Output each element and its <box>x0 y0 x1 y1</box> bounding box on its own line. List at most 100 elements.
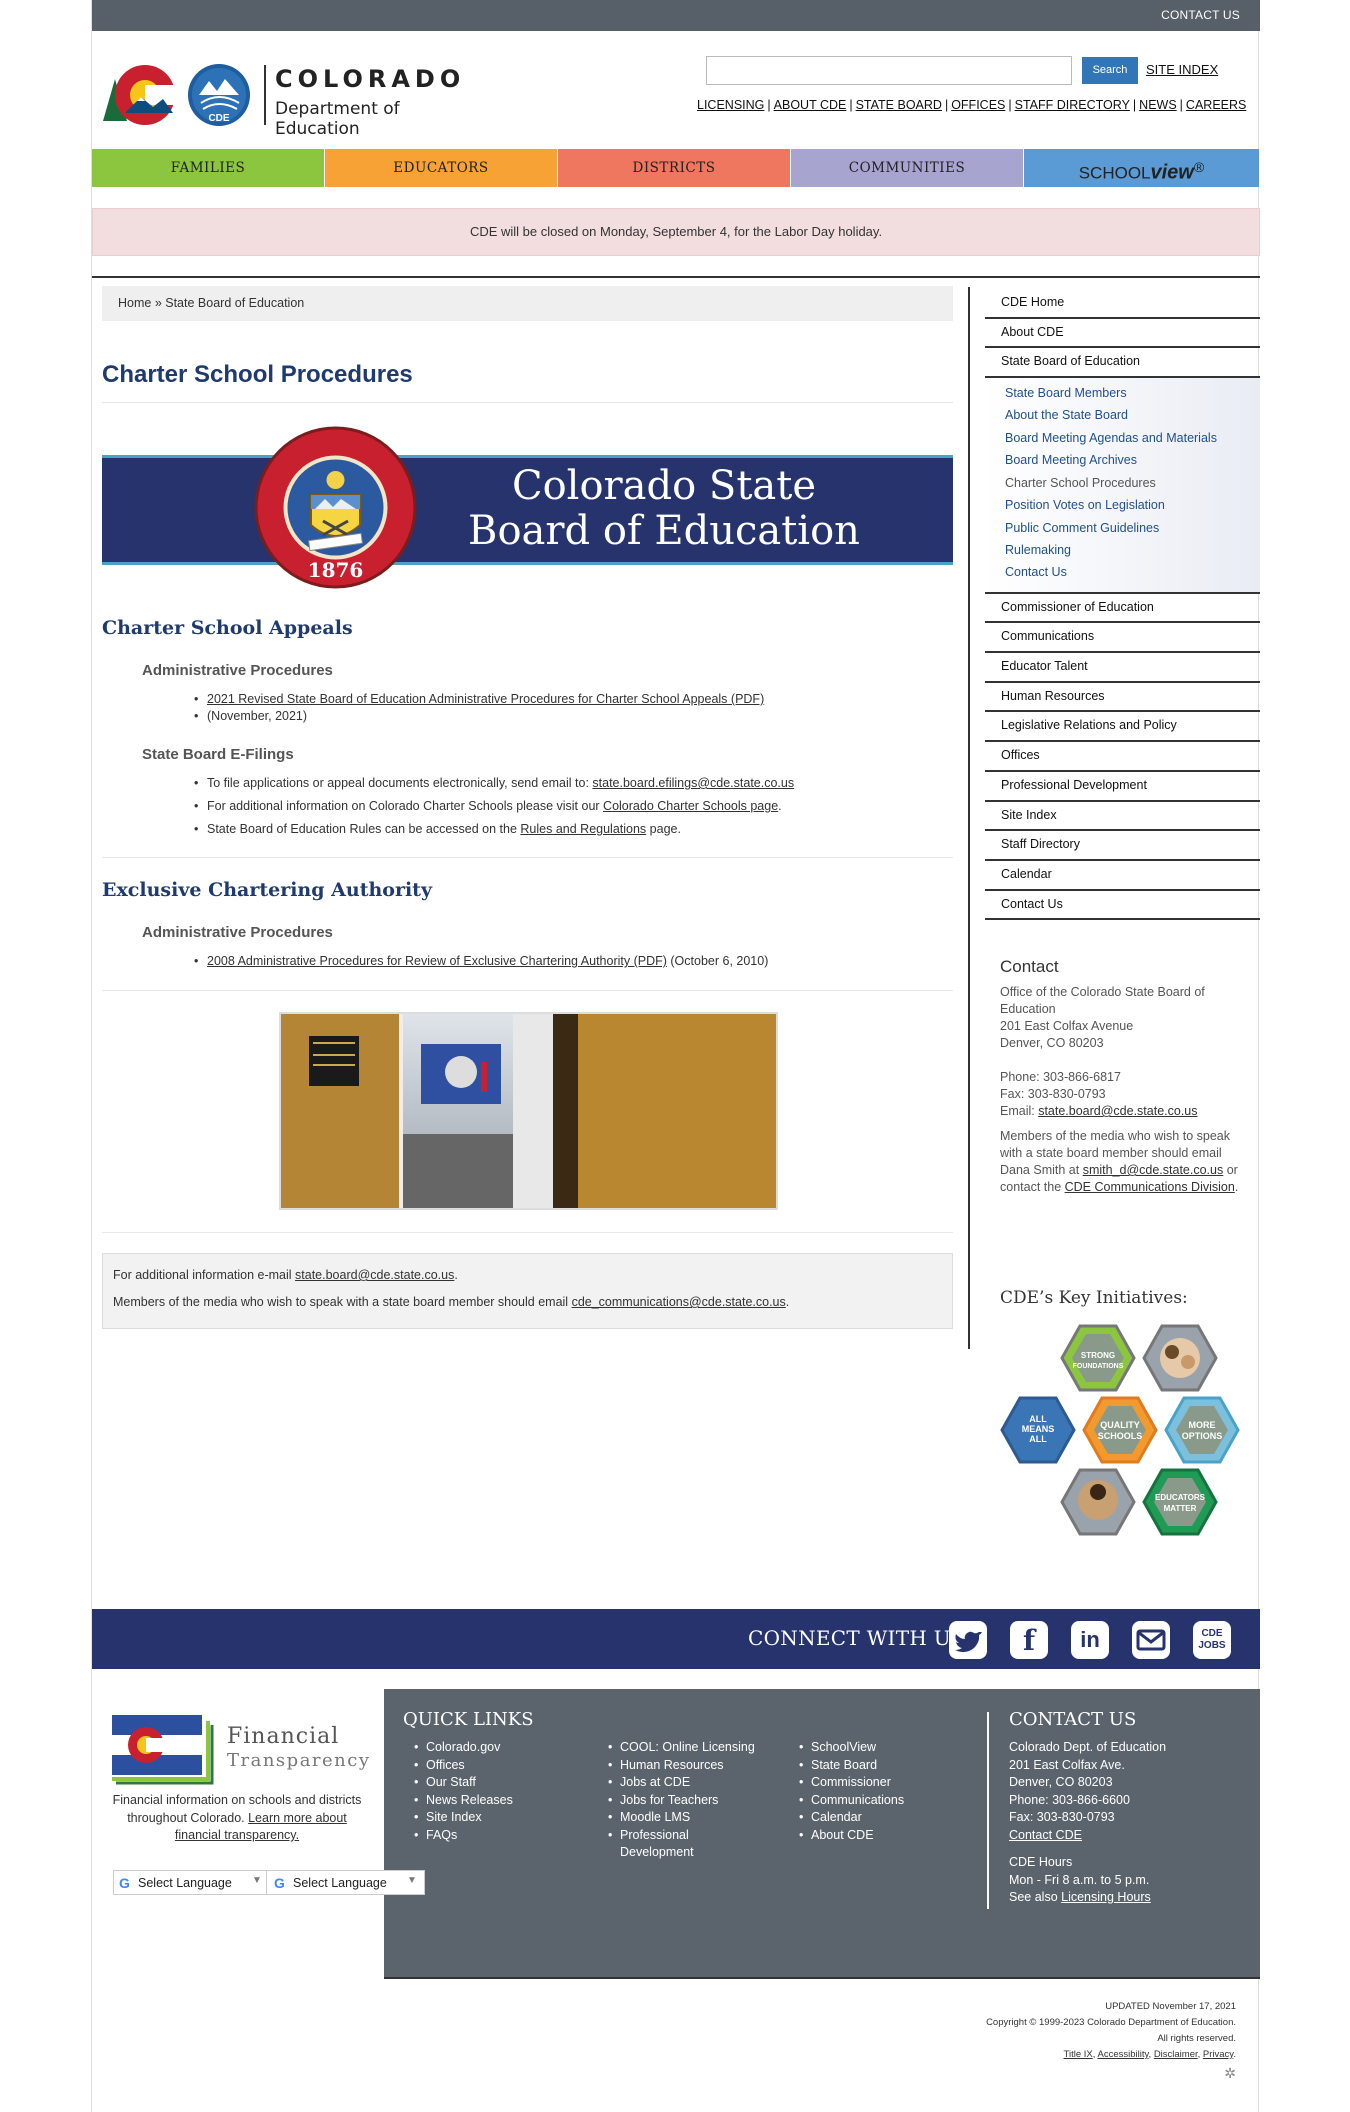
quick-link[interactable]: Jobs at CDE <box>608 1774 778 1792</box>
facebook-icon[interactable]: f <box>1010 1621 1048 1659</box>
cde-logo[interactable]: CDE COLORADO Department of Education <box>101 61 481 139</box>
quick-link[interactable]: COOL: Online Licensing <box>608 1739 778 1757</box>
sidebar-item-legislative[interactable]: Legislative Relations and Policy <box>985 712 1260 743</box>
tab-families[interactable]: FAMILIES <box>92 149 324 187</box>
subnav-item-charter-procedures[interactable]: Charter School Procedures <box>1005 472 1260 494</box>
quick-link[interactable]: Site Index <box>414 1809 513 1827</box>
quick-link[interactable]: About CDE <box>799 1827 904 1845</box>
tab-districts[interactable]: DISTRICTS <box>558 149 790 187</box>
wordmark: COLORADO Department of Education <box>264 65 481 139</box>
subnav-item-contact-us[interactable]: Contact Us <box>1005 561 1260 583</box>
util-link-offices[interactable]: OFFICES <box>951 98 1005 112</box>
subnav-item-archives[interactable]: Board Meeting Archives <box>1005 449 1260 471</box>
quick-link[interactable]: Professional Development <box>608 1827 718 1862</box>
svg-text:EDUCATORS: EDUCATORS <box>1155 1493 1206 1502</box>
contact-cde-link[interactable]: Contact CDE <box>1009 1828 1082 1842</box>
util-link-staff-directory[interactable]: STAFF DIRECTORY <box>1015 98 1130 112</box>
sidebar-item-educator-talent[interactable]: Educator Talent <box>985 653 1260 683</box>
sidebar-item-calendar[interactable]: Calendar <box>985 861 1260 891</box>
select-language-label[interactable]: Select Language <box>138 1876 232 1890</box>
sidebar-item-communications[interactable]: Communications <box>985 623 1260 654</box>
sidebar-item-staff-directory[interactable]: Staff Directory <box>985 831 1260 861</box>
licensing-hours-link[interactable]: Licensing Hours <box>1061 1890 1151 1904</box>
contact-email-link[interactable]: state.board@cde.state.co.us <box>1038 1104 1197 1118</box>
tab-schoolview[interactable]: SCHOOLview® <box>1024 149 1259 187</box>
sidebar-item-state-board[interactable]: State Board of Education <box>985 348 1260 379</box>
quick-link[interactable]: FAQs <box>414 1827 513 1845</box>
sidebar-item-about-cde[interactable]: About CDE <box>985 319 1260 349</box>
rules-regulations-link[interactable]: Rules and Regulations <box>520 822 646 836</box>
chevron-down-icon[interactable]: ▼ <box>407 1875 417 1886</box>
disclaimer-link[interactable]: Disclaimer <box>1154 2049 1198 2060</box>
state-board-email-link[interactable]: state.board@cde.state.co.us <box>295 1268 454 1282</box>
util-link-news[interactable]: NEWS <box>1139 98 1177 112</box>
key-initiatives-title: CDE’s Key Initiatives: <box>1000 1288 1188 1308</box>
subnav-item-about-board[interactable]: About the State Board <box>1005 404 1260 426</box>
quick-link[interactable]: Our Staff <box>414 1774 513 1792</box>
select-language-label[interactable]: Select Language <box>293 1876 387 1890</box>
quick-link[interactable]: News Releases <box>414 1792 513 1810</box>
ft-word-transparency: Transparency <box>227 1750 371 1771</box>
quick-link[interactable]: Communications <box>799 1792 904 1810</box>
subnav-item-position-votes[interactable]: Position Votes on Legislation <box>1005 494 1260 516</box>
chevron-down-icon[interactable]: ▼ <box>252 1875 262 1886</box>
tab-educators[interactable]: EDUCATORS <box>325 149 557 187</box>
subnav-item-rulemaking[interactable]: Rulemaking <box>1005 539 1260 561</box>
quick-link[interactable]: Calendar <box>799 1809 904 1827</box>
search-input[interactable] <box>706 56 1072 85</box>
util-link-state-board[interactable]: STATE BOARD <box>856 98 942 112</box>
subnav-item-public-comment[interactable]: Public Comment Guidelines <box>1005 517 1260 539</box>
financial-transparency-logo-icon[interactable] <box>112 1711 216 1785</box>
sidebar-item-site-index[interactable]: Site Index <box>985 802 1260 832</box>
quick-link[interactable]: Colorado.gov <box>414 1739 513 1757</box>
privacy-link[interactable]: Privacy <box>1203 2049 1233 2060</box>
quick-link[interactable]: State Board <box>799 1757 904 1775</box>
footer-divider <box>987 1712 989 1909</box>
sidebar-item-human-resources[interactable]: Human Resources <box>985 683 1260 713</box>
sidebar-item-contact-us[interactable]: Contact Us <box>985 891 1260 921</box>
media-email-link[interactable]: smith_d@cde.state.co.us <box>1083 1163 1224 1177</box>
page: CONTACT US CDE COLORADO Department of Ed… <box>91 0 1260 2112</box>
language-selector[interactable]: G Select Language ▼ G Select Language ▼ <box>113 1870 425 1895</box>
linkedin-icon[interactable]: in <box>1071 1621 1109 1659</box>
util-link-about-cde[interactable]: ABOUT CDE <box>774 98 847 112</box>
efilings-email-link[interactable]: state.board.efilings@cde.state.co.us <box>592 776 794 790</box>
quick-link[interactable]: Human Resources <box>608 1757 778 1775</box>
title-ix-link[interactable]: Title IX <box>1064 2049 1093 2060</box>
quick-link[interactable]: SchoolView <box>799 1739 904 1757</box>
site-index-link[interactable]: SITE INDEX <box>1146 62 1218 77</box>
twitter-icon[interactable] <box>949 1621 987 1659</box>
sidebar-item-cde-home[interactable]: CDE Home <box>985 289 1260 319</box>
svg-text:MATTER: MATTER <box>1164 1504 1197 1513</box>
util-link-careers[interactable]: CAREERS <box>1186 98 1246 112</box>
footer-contact-title: CONTACT US <box>1009 1709 1137 1730</box>
accessibility-link[interactable]: Accessibility <box>1098 2049 1149 2060</box>
search-button[interactable]: Search <box>1082 57 1138 84</box>
quick-link[interactable]: Commissioner <box>799 1774 904 1792</box>
exclusive-procedures-pdf-link[interactable]: 2008 Administrative Procedures for Revie… <box>207 954 667 968</box>
admin-procedures-pdf-link[interactable]: 2021 Revised State Board of Education Ad… <box>207 692 764 706</box>
breadcrumb-home[interactable]: Home <box>118 296 151 310</box>
tab-communities[interactable]: COMMUNITIES <box>791 149 1023 187</box>
quick-link[interactable]: Moodle LMS <box>608 1809 778 1827</box>
top-contact-link[interactable]: CONTACT US <box>1161 8 1240 22</box>
sidebar-divider <box>968 287 970 1349</box>
sidebar-item-commissioner[interactable]: Commissioner of Education <box>985 594 1260 624</box>
util-link-licensing[interactable]: LICENSING <box>697 98 764 112</box>
cde-jobs-icon[interactable]: CDE JOBS <box>1193 1621 1231 1659</box>
divider <box>102 857 953 858</box>
sidebar-item-offices[interactable]: Offices <box>985 742 1260 772</box>
charter-schools-link[interactable]: Colorado Charter Schools page <box>603 799 778 813</box>
email-icon[interactable] <box>1132 1621 1170 1659</box>
quick-link[interactable]: Jobs for Teachers <box>608 1792 778 1810</box>
subnav-item-agendas[interactable]: Board Meeting Agendas and Materials <box>1005 427 1260 449</box>
quick-link[interactable]: Offices <box>414 1757 513 1775</box>
communications-email-link[interactable]: cde_communications@cde.state.co.us <box>572 1295 786 1309</box>
sidebar-subnav: State Board Members About the State Boar… <box>985 378 1260 594</box>
subnav-item-board-members[interactable]: State Board Members <box>1005 382 1260 404</box>
sidebar-item-professional-dev[interactable]: Professional Development <box>985 772 1260 802</box>
subsection-admin-procedures: Administrative Procedures <box>142 924 333 941</box>
communications-division-link[interactable]: CDE Communications Division <box>1065 1180 1235 1194</box>
copyright: Copyright © 1999-2023 Colorado Departmen… <box>986 2017 1236 2028</box>
key-initiatives-graphic[interactable]: STRONG FOUNDATIONS ALL MEANS ALL QUALITY… <box>998 1322 1248 1562</box>
